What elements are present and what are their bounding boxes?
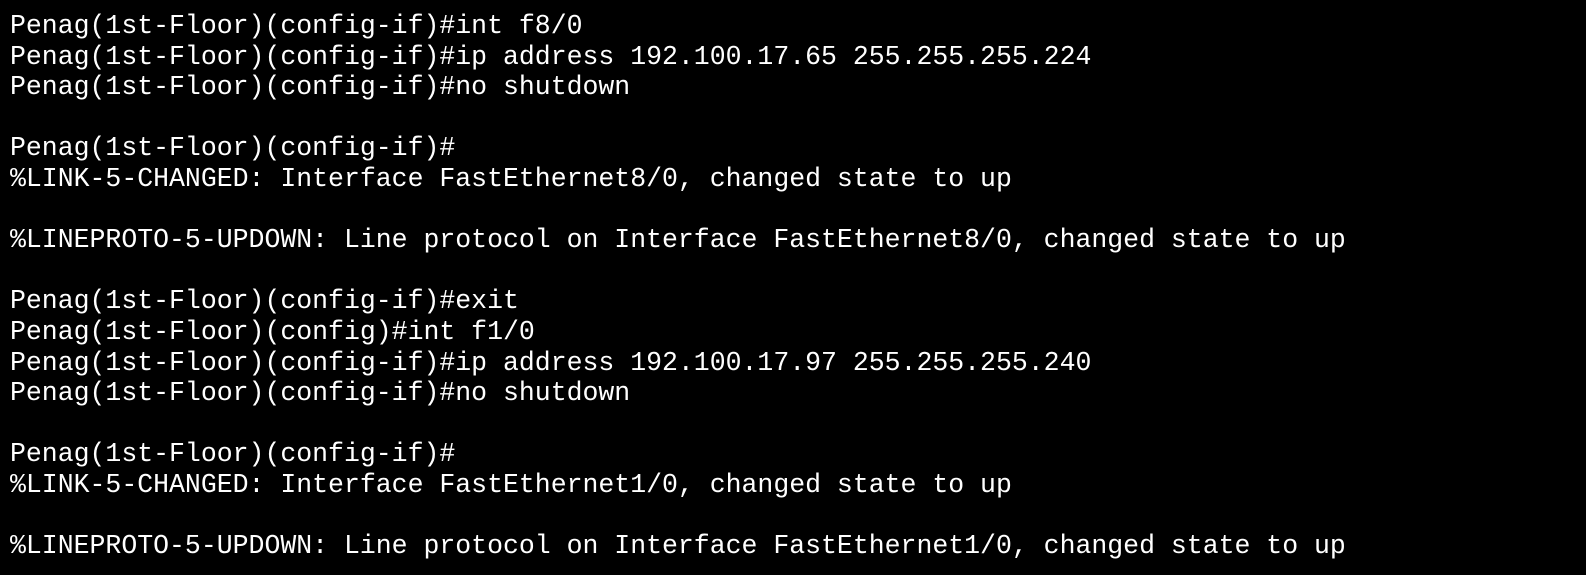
terminal-line: Penag(1st-Floor)(config-if)#no shutdown xyxy=(10,378,631,409)
terminal-line: Penag(1st-Floor)(config-if)#int f8/0 xyxy=(10,11,583,41)
terminal-line: %LINK-5-CHANGED: Interface FastEthernet8… xyxy=(10,163,1012,194)
terminal-line: Penag(1st-Floor)(config-if)#ip address 1… xyxy=(10,347,1092,378)
terminal-line: %LINK-5-CHANGED: Interface FastEthernet1… xyxy=(10,469,1012,500)
terminal-line: Penag(1st-Floor)(config-if)# xyxy=(10,133,456,164)
terminal-line: %LINEPROTO-5-UPDOWN: Line protocol on In… xyxy=(10,225,1346,256)
terminal-line: Penag(1st-Floor)(config-if)#no shutdown xyxy=(10,72,631,103)
terminal-line: Penag(1st-Floor)(config)#int f1/0 xyxy=(10,316,535,347)
terminal-line: Penag(1st-Floor)(config-if)# xyxy=(10,439,456,470)
terminal-line: %LINEPROTO-5-UPDOWN: Line protocol on In… xyxy=(10,531,1346,562)
terminal-line: Penag(1st-Floor)(config-if)#ip address 1… xyxy=(10,41,1092,72)
terminal-window[interactable]: Penag(1st-Floor)(config-if)#int f8/0 Pen… xyxy=(0,0,1586,575)
terminal-line: Penag(1st-Floor)(config-if)#exit xyxy=(10,286,519,317)
